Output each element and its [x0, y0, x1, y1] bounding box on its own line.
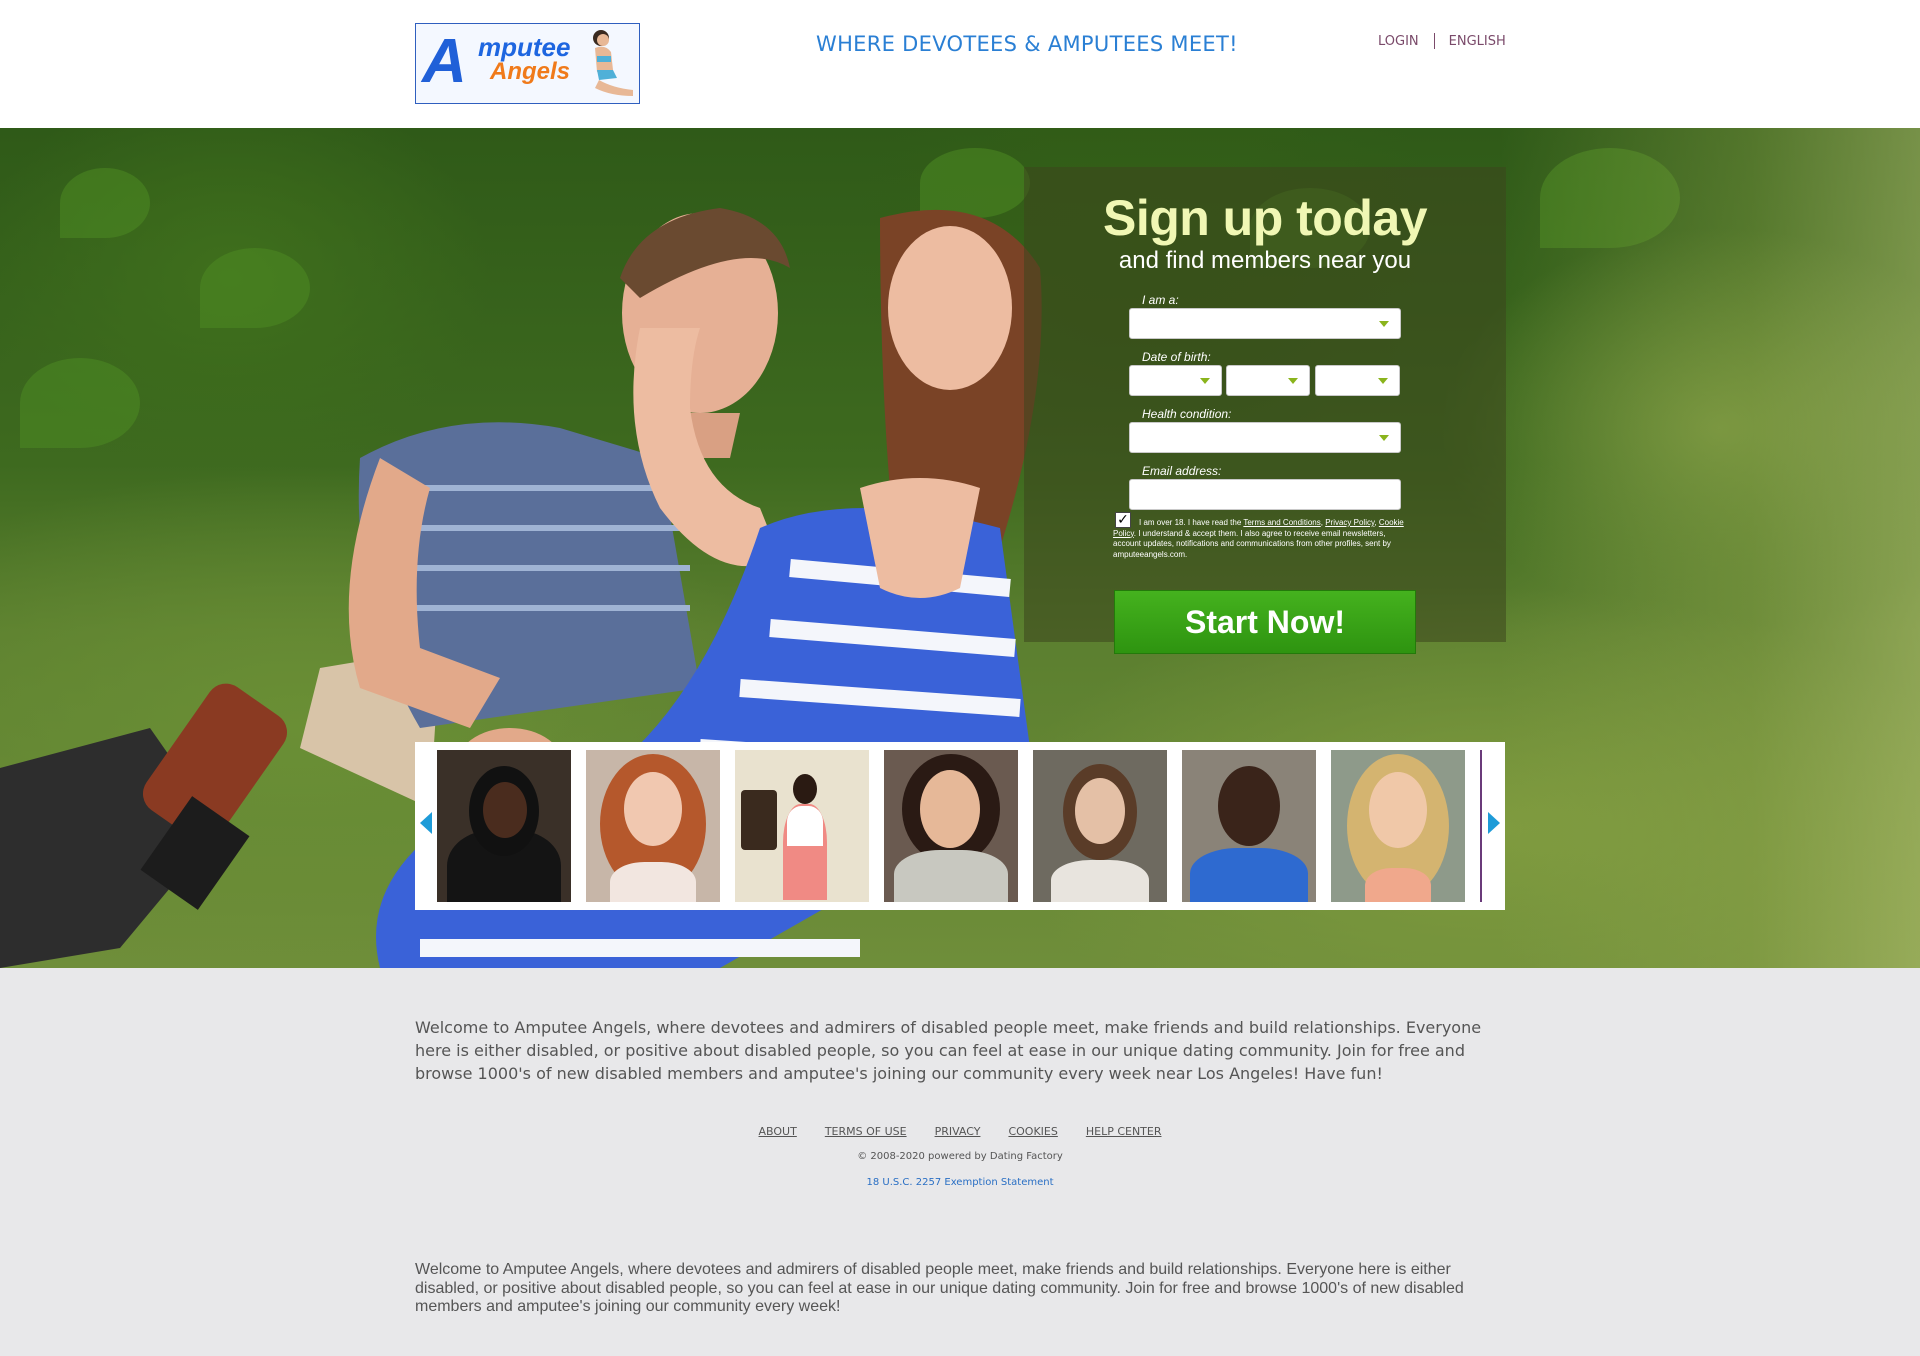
- photo-face: [1369, 772, 1427, 848]
- email-field[interactable]: [1129, 479, 1401, 510]
- member-photo[interactable]: [1331, 750, 1465, 902]
- dob-month-select[interactable]: [1226, 365, 1310, 396]
- chevron-down-icon: [1378, 378, 1388, 384]
- exemption-link[interactable]: 18 U.S.C. 2257 Exemption Statement: [0, 1177, 1920, 1188]
- logo-word-angels: Angels: [490, 58, 571, 85]
- footer-link-privacy[interactable]: PRIVACY: [935, 1125, 981, 1138]
- terms-pre: I am over 18. I have read the: [1139, 518, 1244, 527]
- member-photo[interactable]: [735, 750, 869, 902]
- chevron-down-icon: [1200, 378, 1210, 384]
- footer-link-terms[interactable]: TERMS OF USE: [825, 1125, 907, 1138]
- photo-face: [1218, 766, 1280, 846]
- member-photo[interactable]: [884, 750, 1018, 902]
- member-photo-partial[interactable]: [1480, 750, 1482, 902]
- site-tagline: WHERE DEVOTEES & AMPUTEES MEET!: [816, 32, 1238, 56]
- dob-day-select[interactable]: [1129, 365, 1222, 396]
- start-now-button[interactable]: Start Now!: [1114, 590, 1416, 654]
- gender-select[interactable]: [1129, 308, 1401, 339]
- privacy-policy-link[interactable]: Privacy Policy: [1325, 518, 1374, 527]
- logo-figure-icon: [593, 30, 633, 96]
- site-header: A mputee Angels WHERE DEVOTEES & AMPUTEE…: [0, 0, 1920, 128]
- signup-panel: Sign up today and find members near you …: [1024, 167, 1506, 654]
- welcome-text-secondary: Welcome to Amputee Angels, where devotee…: [415, 1261, 1464, 1315]
- photo-face: [483, 782, 527, 838]
- top-nav: LOGIN ENGLISH: [1378, 33, 1506, 49]
- nav-divider: [1433, 33, 1435, 49]
- health-condition-select[interactable]: [1129, 422, 1401, 453]
- photo-top: [787, 806, 823, 846]
- terms-post: . I understand & accept them. I also agr…: [1113, 528, 1391, 559]
- background-blur: [1500, 128, 1920, 968]
- signup-subtitle: and find members near you: [1118, 247, 1412, 274]
- logo-initial: A: [422, 27, 467, 96]
- member-photo[interactable]: [437, 750, 571, 902]
- footer-link-cookies[interactable]: COOKIES: [1008, 1125, 1057, 1138]
- photo-face: [793, 774, 817, 804]
- email-label: Email address:: [1142, 464, 1222, 478]
- health-label: Health condition:: [1142, 407, 1232, 421]
- carousel-next-icon[interactable]: [1488, 812, 1500, 834]
- language-selector[interactable]: ENGLISH: [1449, 34, 1506, 49]
- dob-label: Date of birth:: [1142, 350, 1211, 364]
- photo-body: [1365, 868, 1431, 902]
- terms-text: I am over 18. I have read the Terms and …: [1113, 518, 1405, 560]
- footer-link-help[interactable]: HELP CENTER: [1086, 1125, 1162, 1138]
- terms-link[interactable]: Terms and Conditions: [1243, 518, 1320, 527]
- member-photo[interactable]: [1033, 750, 1167, 902]
- chevron-down-icon: [1379, 435, 1389, 441]
- gender-label: I am a:: [1142, 293, 1179, 307]
- photo-body: [610, 862, 696, 902]
- photo-face: [920, 770, 980, 848]
- chevron-down-icon: [1379, 321, 1389, 327]
- photo-body: [1051, 860, 1149, 902]
- photo-body: [1190, 848, 1308, 902]
- photo-face: [1075, 778, 1125, 844]
- photo-face: [624, 772, 682, 846]
- photo-furniture: [741, 790, 777, 850]
- login-link[interactable]: LOGIN: [1378, 34, 1419, 49]
- signup-title: Sign up today: [1102, 190, 1428, 246]
- photo-scarf: [894, 850, 1008, 902]
- footer-link-about[interactable]: ABOUT: [759, 1125, 797, 1138]
- copyright: © 2008-2020 powered by Dating Factory: [857, 1151, 1063, 1162]
- hero-banner: Sign up today and find members near you …: [0, 128, 1920, 968]
- member-carousel: [415, 742, 1505, 910]
- dob-year-select[interactable]: [1315, 365, 1400, 396]
- site-logo[interactable]: A mputee Angels: [415, 23, 640, 104]
- member-photo[interactable]: [1182, 750, 1316, 902]
- footer-nav: ABOUT TERMS OF USE PRIVACY COOKIES HELP …: [0, 1125, 1920, 1138]
- welcome-text: Welcome to Amputee Angels, where devotee…: [415, 1018, 1482, 1083]
- chevron-down-icon: [1288, 378, 1298, 384]
- member-photo[interactable]: [586, 750, 720, 902]
- carousel-prev-icon[interactable]: [420, 812, 432, 834]
